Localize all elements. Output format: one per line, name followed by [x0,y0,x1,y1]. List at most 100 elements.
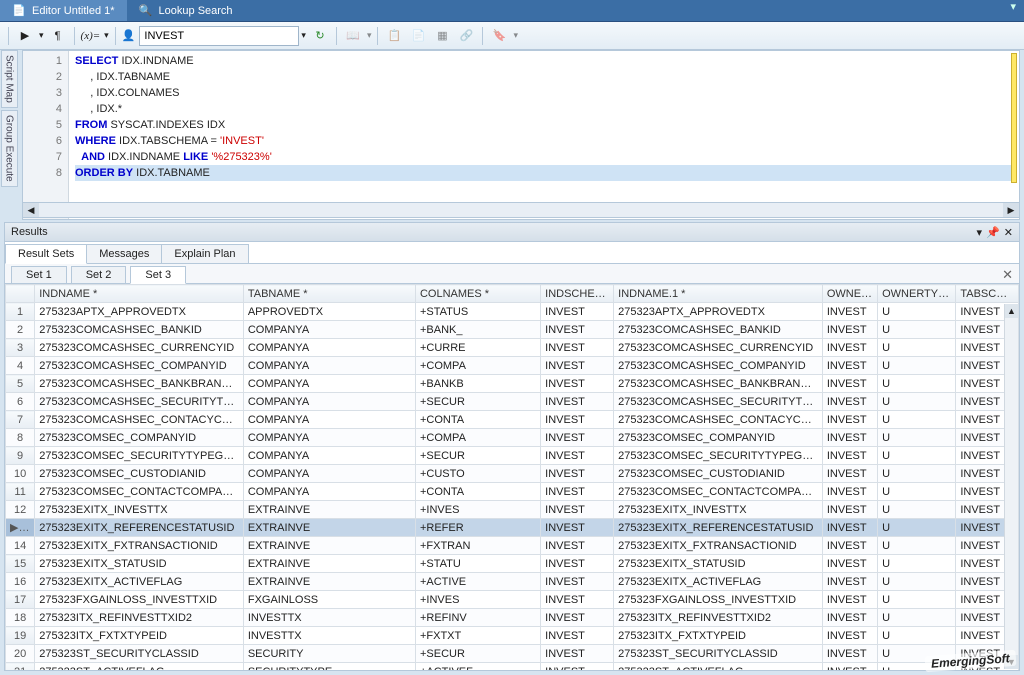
cell: +CONTA [415,483,540,501]
sql-editor[interactable]: 12345678 SELECT IDX.INDNAME , IDX.TABNAM… [22,50,1020,220]
schema-input[interactable] [144,30,294,42]
results-close-icon[interactable]: ✕ [1004,226,1013,239]
cell: INVEST [822,357,877,375]
table-row[interactable]: 11275323COMSEC_CONTACTCOMPANYIDCOMPANYA+… [6,483,1019,501]
tab-editor[interactable]: 📄 Editor Untitled 1* [0,0,127,21]
cell: INVEST [822,321,877,339]
cell: U [878,627,956,645]
column-header[interactable]: TABNAME * [243,285,415,303]
table-row[interactable]: ▶ 13275323EXITX_REFERENCESTATUSIDEXTRAIN… [6,519,1019,537]
book-button[interactable]: 📖 [343,26,363,46]
close-set-icon[interactable]: ✕ [1002,267,1013,283]
cell: INVEST [541,555,614,573]
cell: U [878,375,956,393]
table-row[interactable]: 9275323COMSEC_SECURITYTYPEGROUPIDCOMPANY… [6,447,1019,465]
bookmark-button[interactable]: 🔖 [489,26,509,46]
table-row[interactable]: 15275323EXITX_STATUSIDEXTRAINVE+STATUINV… [6,555,1019,573]
left-rail: Script Map Group Execute [0,50,18,230]
execute-button[interactable]: ▶ [15,26,35,46]
cell: 12 [6,501,35,519]
set-tab-2[interactable]: Set 2 [71,266,127,283]
table-row[interactable]: 17275323FXGAINLOSS_INVESTTXIDFXGAINLOSS+… [6,591,1019,609]
column-header[interactable]: INDNAME.1 * [614,285,823,303]
column-header[interactable] [6,285,35,303]
column-header[interactable]: INDNAME * [35,285,244,303]
table-row[interactable]: 7275323COMCASHSEC_CONTACYCOMPANYIDCOMPAN… [6,411,1019,429]
panel-dropdown-icon[interactable]: ▾ [1002,0,1024,21]
cell: FXGAINLOSS [243,591,415,609]
cell: INVEST [822,465,877,483]
editor-hscroll[interactable]: ◀ ▶ [22,202,1020,218]
table-row[interactable]: 10275323COMSEC_CUSTODIANIDCOMPANYA+CUSTO… [6,465,1019,483]
table-row[interactable]: 4275323COMCASHSEC_COMPANYIDCOMPANYA+COMP… [6,357,1019,375]
cell: U [878,321,956,339]
table-row[interactable]: 2275323COMCASHSEC_BANKIDCOMPANYA+BANK_IN… [6,321,1019,339]
cell: U [878,573,956,591]
cell: SECURITY [243,645,415,663]
schema-combo[interactable] [139,26,299,46]
cell: INVEST [822,339,877,357]
cell: COMPANYA [243,483,415,501]
result-tab-explain-plan[interactable]: Explain Plan [161,244,248,263]
cell: U [878,483,956,501]
results-pin-icon[interactable]: 📌 [986,226,1000,239]
cell: 18 [6,609,35,627]
cell: 275323EXITX_REFERENCESTATUSID [614,519,823,537]
table-row[interactable]: 14275323EXITX_FXTRANSACTIONIDEXTRAINVE+F… [6,537,1019,555]
paste-button[interactable]: 📄 [408,26,428,46]
cell: INVEST [541,483,614,501]
set-tab-1[interactable]: Set 1 [11,266,67,283]
code-area[interactable]: SELECT IDX.INDNAME , IDX.TABNAME , IDX.C… [69,51,1019,219]
cell: 275323EXITX_REFERENCESTATUSID [35,519,244,537]
table-row[interactable]: 1275323APTX_APPROVEDTXAPPROVEDTX+STATUSI… [6,303,1019,321]
tab-lookup[interactable]: 🔍 Lookup Search [127,0,245,21]
cell: INVEST [541,663,614,672]
table-row[interactable]: 20275323ST_SECURITYCLASSIDSECURITY+SECUR… [6,645,1019,663]
result-tab-messages[interactable]: Messages [86,244,162,263]
format-button[interactable]: ¶ [48,26,68,46]
column-header[interactable]: INDSCHEMA * [541,285,614,303]
scroll-up-icon[interactable]: ▲ [1005,304,1018,318]
table-row[interactable]: 8275323COMSEC_COMPANYIDCOMPANYA+COMPAINV… [6,429,1019,447]
rail-script-map[interactable]: Script Map [1,50,18,108]
cell: 275323ITX_REFINVESTTXID2 [35,609,244,627]
table-row[interactable]: 21275323ST_ACTIVEFLAGSECURITYTYPE+ACTIVE… [6,663,1019,672]
cell: EXTRAINVE [243,519,415,537]
grid-button[interactable]: ▦ [432,26,452,46]
cell: 21 [6,663,35,672]
cell: 275323ST_ACTIVEFLAG [614,663,823,672]
table-row[interactable]: 5275323COMCASHSEC_BANKBRANCHIDCOMPANYA+B… [6,375,1019,393]
cell: 275323FXGAINLOSS_INVESTTXID [35,591,244,609]
cell: U [878,429,956,447]
results-menu-icon[interactable]: ▾ [977,226,983,239]
cell: 8 [6,429,35,447]
column-header[interactable]: OWNERTYPE * [878,285,956,303]
cell: 15 [6,555,35,573]
column-header[interactable]: OWNER * [822,285,877,303]
rail-group-execute[interactable]: Group Execute [1,110,18,187]
refresh-button[interactable]: ↻ [310,26,330,46]
table-row[interactable]: 6275323COMCASHSEC_SECURITYTYPEGROUPIDCOM… [6,393,1019,411]
cell: COMPANYA [243,447,415,465]
table-row[interactable]: 18275323ITX_REFINVESTTXID2INVESTTX+REFIN… [6,609,1019,627]
result-tab-result-sets[interactable]: Result Sets [5,244,87,264]
cell: EXTRAINVE [243,501,415,519]
cell: EXTRAINVE [243,537,415,555]
copy-button[interactable]: 📋 [384,26,404,46]
table-row[interactable]: 12275323EXITX_INVESTTXEXTRAINVE+INVESINV… [6,501,1019,519]
column-header[interactable]: COLNAMES * [415,285,540,303]
set-tab-3[interactable]: Set 3 [130,266,186,284]
column-header[interactable]: TABSCHEMA * [956,285,1019,303]
cell: 7 [6,411,35,429]
table-row[interactable]: 16275323EXITX_ACTIVEFLAGEXTRAINVE+ACTIVE… [6,573,1019,591]
cell: 275323APTX_APPROVEDTX [35,303,244,321]
table-row[interactable]: 19275323ITX_FXTXTYPEIDINVESTTX+FXTXTINVE… [6,627,1019,645]
scroll-right-icon[interactable]: ▶ [1003,203,1019,217]
table-row[interactable]: 3275323COMCASHSEC_CURRENCYIDCOMPANYA+CUR… [6,339,1019,357]
grid-vscroll[interactable]: ▲ ▼ [1004,304,1018,669]
link-button[interactable]: 🔗 [456,26,476,46]
scroll-left-icon[interactable]: ◀ [23,203,39,217]
cell: INVEST [541,357,614,375]
results-grid[interactable]: INDNAME *TABNAME *COLNAMES *INDSCHEMA *I… [5,284,1019,671]
cell: +COMPA [415,357,540,375]
